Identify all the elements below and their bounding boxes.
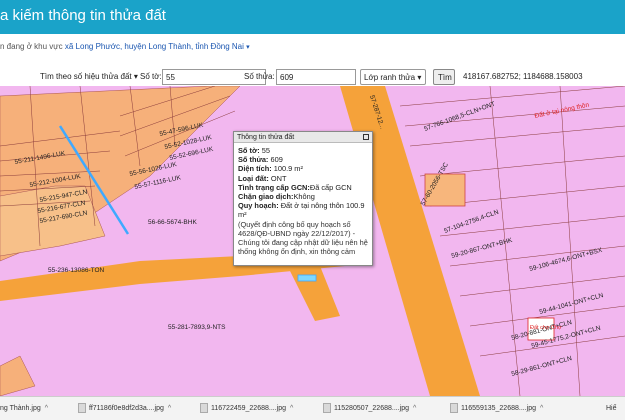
chevron-up-icon[interactable]: ^ [413,405,416,412]
search-mode-select[interactable]: Tìm theo số hiệu thửa đất ▾ [40,69,138,85]
popup-row: Diện tích: 100.9 m² [238,164,303,174]
download-item[interactable]: 116559135_22688....jpg ^ [450,402,543,416]
find-button[interactable]: Tìm [433,69,455,85]
popup-row: Loại đất: ONT [238,173,287,183]
area-prefix: n đang ở khu vực [0,42,63,51]
map-label: 57-766-1068,5-CLN+ONT [423,101,496,133]
map-annotation-market: Đất chợ Chợ [530,325,562,331]
area-location-link[interactable]: xã Long Phước, huyện Long Thành, tỉnh Đồ… [65,42,244,51]
file-icon [78,403,86,414]
map-parcel-orange-bottom[interactable] [0,355,36,396]
popup-row: Số tờ: 55 [238,146,270,155]
page-title: a kiếm thông tin thửa đất [0,7,166,24]
maximize-icon[interactable] [363,134,369,140]
chevron-up-icon[interactable]: ^ [290,405,293,412]
map-side-road-2 [290,266,340,321]
app-header: a kiếm thông tin thửa đất [0,0,625,34]
chevron-up-icon[interactable]: ^ [540,405,543,412]
area-selector[interactable]: n đang ở khu vực xã Long Phước, huyện Lo… [0,42,250,51]
download-item[interactable]: ff71186f0e8df2d3a....jpg ^ [78,402,171,416]
download-item[interactable]: 116722459_22688....jpg ^ [200,402,293,416]
map-label: 58-29-861-ONT+CLN [511,355,573,378]
boundary-layer-select[interactable]: Lớp ranh thửa ▾ [360,69,426,85]
popup-row: Chặn giao dịch:Không [238,192,315,202]
map-selected-parcel[interactable] [297,274,317,282]
popup-note: (Quyết định công bố quy hoạch số 4628/QĐ… [238,219,368,257]
map-label: 55-281-7893,9-NTS [168,324,226,331]
download-item[interactable]: ng Thành.jpg ^ [0,402,48,416]
chevron-down-icon: ▾ [133,72,138,81]
chevron-up-icon[interactable]: ^ [45,405,48,412]
cadastral-map[interactable]: 55-211-1496-LUK 55-212-1004-LUK 55-215-9… [0,86,625,396]
map-label: 59-44-1041-ONT+CLN [539,292,605,316]
file-icon [200,403,208,414]
file-icon [323,403,331,414]
show-all-downloads[interactable]: Hiể [606,402,617,416]
popup-row: Tình trạng cấp GCN:Đã cấp GCN [238,182,352,192]
popup-row: Quy hoạch: Đất ở tại nông thôn 100.9 m² [238,201,365,220]
so-to-label: Số tờ: [140,72,162,81]
popup-body: Số tờ: 55 Số thửa: 609 Diện tích: 100.9 … [234,143,372,259]
file-icon [450,403,458,414]
popup-header: Thông tin thửa đất [234,132,372,143]
map-label: 55-236-13086-TON [48,267,105,274]
download-item[interactable]: 115280507_22688....jpg ^ [323,402,416,416]
so-thua-label: Số thửa: [244,72,275,81]
coordinates-readout: 418167.682752; 1184688.158003 [463,72,583,81]
parcel-info-popup: Thông tin thửa đất Số tờ: 55 Số thửa: 60… [233,131,373,266]
map-label: 56-66-5674-BHK [148,219,197,226]
popup-title: Thông tin thửa đất [237,134,295,141]
search-bar: Tìm theo số hiệu thửa đất ▾ Số tờ: 55 Số… [0,69,625,85]
map-label: 59-20-867-ONT+BHK [451,237,514,260]
download-bar: ng Thành.jpg ^ ff71186f0e8df2d3a....jpg ^ … [0,396,625,420]
so-thua-input[interactable]: 609 [276,69,356,85]
map-label: 57-104-2756,4-CLN [443,209,500,235]
chevron-up-icon[interactable]: ^ [168,405,171,412]
map-label: 59-106-4674,6-ONT+BSX [529,247,604,273]
caret-down-icon[interactable]: ▾ [246,44,250,51]
popup-row: Số thửa: 609 [238,155,283,165]
chevron-down-icon: ▾ [417,73,422,82]
